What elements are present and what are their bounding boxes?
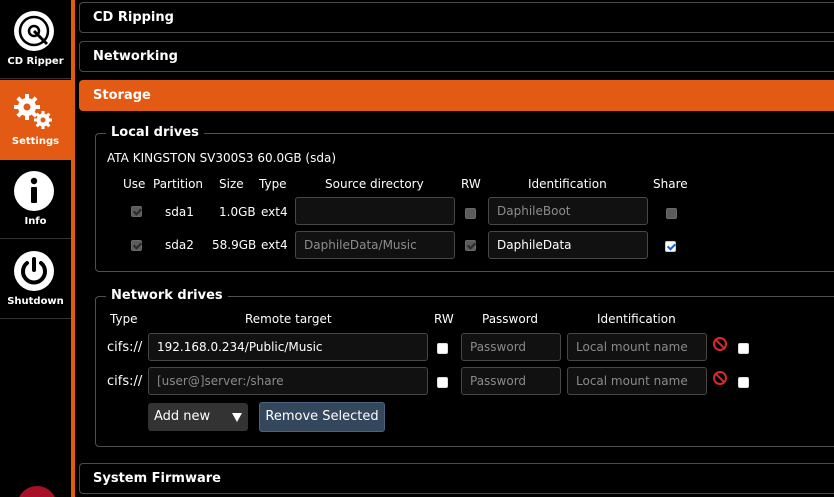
use-checkbox[interactable]	[131, 240, 142, 251]
source-directory-input[interactable]	[295, 197, 455, 225]
header-type: Type	[110, 312, 138, 326]
remove-icon[interactable]	[713, 337, 727, 351]
header-type: Type	[259, 177, 287, 191]
nav-label: Info	[24, 216, 47, 227]
logo-icon	[17, 486, 57, 497]
header-size: Size	[219, 177, 244, 191]
chevron-down-icon	[232, 413, 242, 422]
use-checkbox[interactable]	[131, 206, 142, 217]
size-cell: 58.9GB	[212, 238, 257, 252]
remove-icon[interactable]	[713, 371, 727, 385]
header-password: Password	[482, 312, 539, 326]
remote-target-input[interactable]: 192.168.0.234/Public/Music	[148, 333, 428, 361]
rw-checkbox[interactable]	[465, 240, 476, 251]
header-use: Use	[123, 177, 146, 191]
partition-cell: sda2	[165, 238, 194, 252]
nav-label: Settings	[11, 136, 60, 147]
main-content: CD Ripping Networking Storage Local driv…	[75, 0, 834, 497]
identification-input[interactable]: DaphileData	[488, 231, 648, 259]
mount-name-input[interactable]: Local mount name	[567, 367, 707, 395]
header-remote-target: Remote target	[245, 312, 332, 326]
header-partition: Partition	[153, 177, 204, 191]
section-title: CD Ripping	[93, 10, 174, 25]
section-networking[interactable]: Networking	[79, 41, 834, 72]
sidebar: CD Ripper Settings Info Shutdown	[0, 0, 71, 497]
add-new-label: Add new	[154, 409, 211, 424]
add-new-select[interactable]: Add new	[148, 403, 248, 431]
header-rw: RW	[461, 177, 481, 191]
header-rw: RW	[434, 312, 454, 326]
divider	[0, 238, 71, 239]
divider	[0, 78, 71, 79]
remote-target-input[interactable]: [user@]server:/share	[148, 367, 428, 395]
password-input[interactable]: Password	[461, 333, 561, 361]
cd-icon	[14, 11, 54, 51]
nav-info[interactable]: Info	[0, 160, 71, 240]
nav-label: Shutdown	[7, 296, 64, 307]
share-checkbox[interactable]	[665, 241, 676, 252]
nav-cd-ripper[interactable]: CD Ripper	[0, 0, 71, 80]
section-title: System Firmware	[93, 471, 221, 486]
share-checkbox[interactable]	[666, 208, 677, 219]
drive-name: ATA KINGSTON SV300S3 60.0GB (sda)	[107, 151, 337, 165]
mount-name-input[interactable]: Local mount name	[567, 333, 707, 361]
rw-checkbox[interactable]	[437, 343, 448, 354]
nav-settings[interactable]: Settings	[0, 80, 71, 160]
rw-checkbox[interactable]	[437, 377, 448, 388]
source-directory-input[interactable]: DaphileData/Music	[295, 231, 455, 259]
type-cell: ext4	[261, 238, 288, 252]
info-icon	[14, 171, 54, 211]
remove-selected-button[interactable]: Remove Selected	[259, 402, 385, 432]
size-cell: 1.0GB	[219, 205, 256, 219]
identification-input[interactable]: DaphileBoot	[488, 197, 648, 225]
local-drives-legend: Local drives	[106, 125, 204, 140]
header-identification: Identification	[528, 177, 607, 191]
password-input[interactable]: Password	[461, 367, 561, 395]
network-drives-legend: Network drives	[106, 288, 228, 303]
select-checkbox[interactable]	[738, 343, 749, 354]
type-cell: ext4	[261, 205, 288, 219]
section-title: Networking	[93, 49, 178, 64]
network-type-cell: cifs://	[107, 340, 143, 355]
nav-shutdown[interactable]: Shutdown	[0, 240, 71, 320]
power-icon	[14, 251, 54, 291]
gears-icon	[14, 94, 52, 129]
partition-cell: sda1	[165, 205, 194, 219]
select-checkbox[interactable]	[738, 377, 749, 388]
header-source: Source directory	[325, 177, 424, 191]
header-identification: Identification	[597, 312, 676, 326]
header-share: Share	[653, 177, 688, 191]
section-title: Storage	[93, 88, 151, 103]
rw-checkbox[interactable]	[465, 208, 476, 219]
nav-label: CD Ripper	[7, 56, 64, 67]
network-type-cell: cifs://	[107, 374, 143, 389]
section-cd-ripping[interactable]: CD Ripping	[79, 2, 834, 33]
section-storage[interactable]: Storage	[79, 80, 834, 111]
divider	[0, 318, 71, 319]
section-system-firmware[interactable]: System Firmware	[79, 463, 834, 494]
